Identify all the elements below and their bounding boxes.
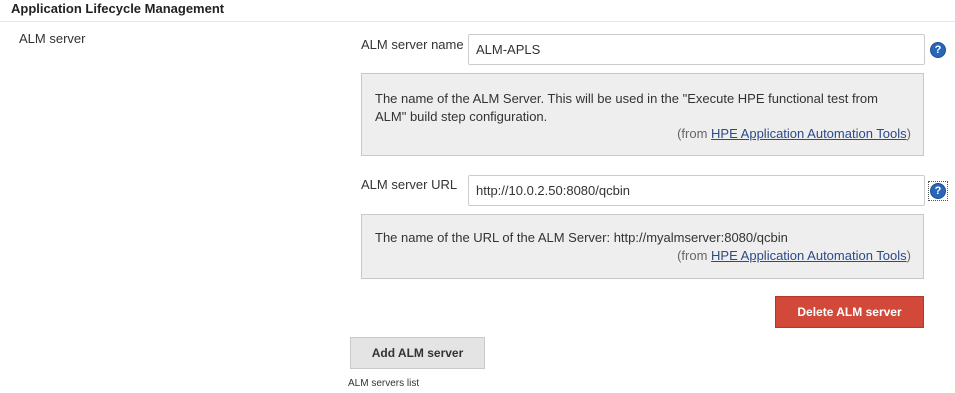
alm-server-label: ALM server (19, 31, 86, 46)
server-name-help-source: (from HPE Application Automation Tools) (677, 125, 911, 143)
server-url-input[interactable] (468, 175, 925, 206)
from-prefix: (from (677, 126, 712, 141)
add-alm-server-button[interactable]: Add ALM server (350, 337, 485, 369)
help-icon[interactable]: ? (930, 183, 946, 199)
plugin-link[interactable]: HPE Application Automation Tools (711, 126, 907, 141)
alm-config-page: Application Lifecycle Management ALM ser… (0, 0, 955, 393)
alm-servers-list-caption: ALM servers list (348, 378, 420, 389)
server-url-help-text: The name of the URL of the ALM Server: h… (375, 230, 788, 245)
server-name-help: The name of the ALM Server. This will be… (361, 73, 924, 156)
help-icon[interactable]: ? (930, 42, 946, 58)
plugin-link[interactable]: HPE Application Automation Tools (711, 248, 907, 263)
from-prefix: (from (677, 248, 712, 263)
server-name-help-text: The name of the ALM Server. This will be… (375, 91, 878, 124)
server-name-label: ALM server name (361, 37, 464, 52)
from-suffix: ) (906, 248, 911, 263)
server-url-help-source: (from HPE Application Automation Tools) (677, 247, 911, 265)
section-title: Application Lifecycle Management (11, 1, 225, 16)
server-url-help: The name of the URL of the ALM Server: h… (361, 214, 924, 279)
section-divider (0, 21, 955, 22)
delete-alm-server-button[interactable]: Delete ALM server (775, 296, 924, 328)
server-name-input[interactable] (468, 34, 925, 65)
from-suffix: ) (906, 126, 911, 141)
server-url-label: ALM server URL (361, 177, 458, 192)
